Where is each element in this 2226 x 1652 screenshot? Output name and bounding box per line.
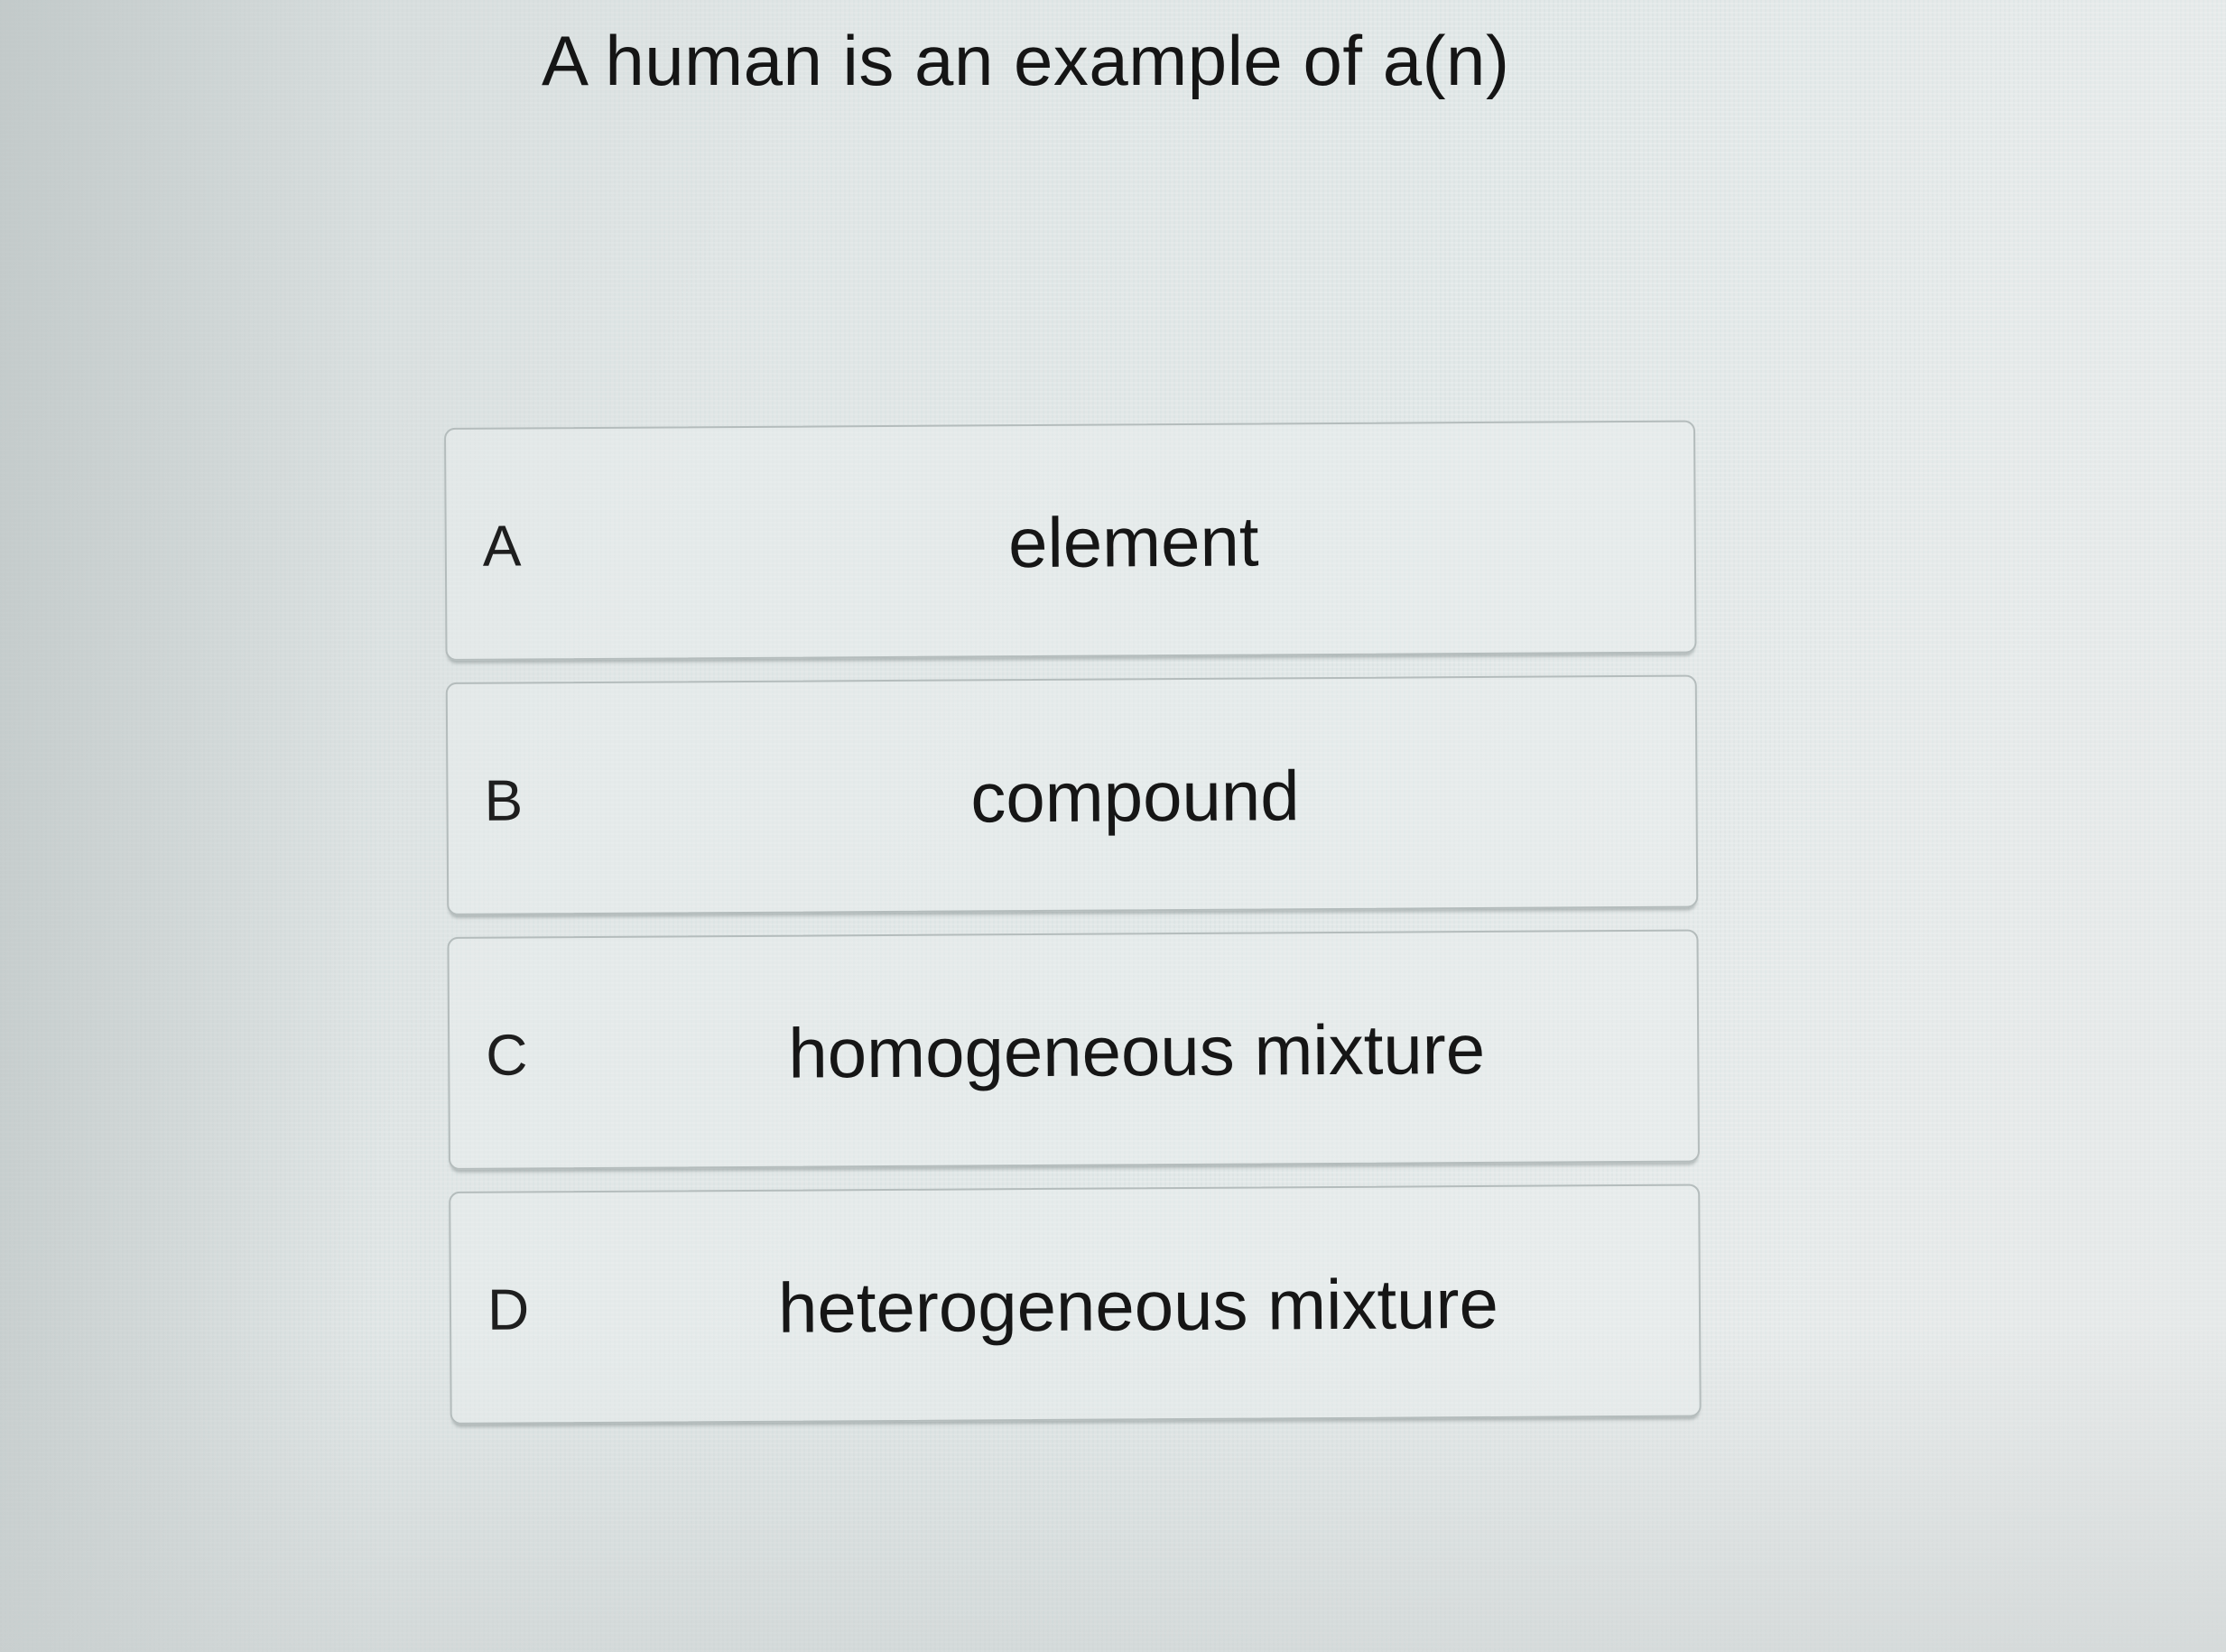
option-letter: B — [484, 767, 524, 833]
option-label: compound — [970, 756, 1300, 838]
option-label: homogeneous mixture — [788, 1008, 1486, 1093]
screen-shading-left — [0, 0, 379, 1652]
option-d-button[interactable]: D heterogeneous mixture — [449, 1183, 1702, 1425]
question-text: A human is an example of a(n) — [542, 21, 1510, 100]
option-letter: C — [486, 1022, 528, 1088]
option-letter: A — [482, 513, 522, 579]
option-b-button[interactable]: B compound — [445, 674, 1699, 915]
option-letter: D — [487, 1276, 530, 1342]
option-c-button[interactable]: C homogeneous mixture — [447, 929, 1700, 1170]
option-a-button[interactable]: A element — [444, 420, 1697, 661]
option-label: element — [1007, 501, 1259, 583]
answer-options: A element B compound C homogeneous mixtu… — [444, 420, 1702, 1446]
option-label: heterogeneous mixture — [777, 1263, 1499, 1348]
